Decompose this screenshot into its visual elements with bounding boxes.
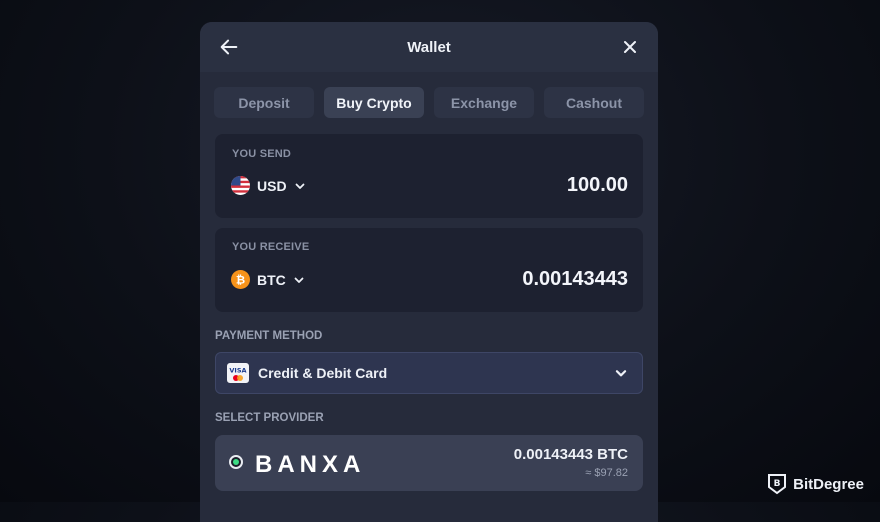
- banxa-logo: BANXA: [255, 451, 366, 478]
- visa-mastercard-icon: VISA: [227, 363, 249, 383]
- wallet-header: Wallet: [200, 22, 658, 72]
- back-arrow-icon[interactable]: [218, 36, 240, 58]
- send-amount[interactable]: 100.00: [567, 174, 628, 197]
- receive-amount: 0.00143443: [522, 268, 628, 290]
- bitdegree-watermark: B BitDegree: [767, 473, 864, 495]
- wallet-panel: Wallet Deposit Buy Crypto Exchange Casho…: [200, 22, 658, 522]
- tab-exchange[interactable]: Exchange: [434, 87, 534, 118]
- payment-method-select[interactable]: VISA Credit & Debit Card: [215, 352, 643, 394]
- chevron-down-icon: [295, 183, 304, 189]
- chevron-down-icon: [615, 370, 627, 377]
- provider-radio[interactable]: [229, 455, 243, 469]
- receive-label: YOU RECEIVE: [232, 241, 310, 253]
- svg-text:₿: ₿: [236, 272, 245, 286]
- send-currency-code: USD: [257, 177, 287, 194]
- receive-box: YOU RECEIVE ₿ BTC 0.00143443: [215, 228, 643, 312]
- send-currency-select[interactable]: USD: [231, 176, 306, 195]
- provider-option-banxa[interactable]: BANXA 0.00143443 BTC ≈ $97.82: [215, 435, 643, 491]
- select-provider-label: SELECT PROVIDER: [215, 412, 324, 424]
- bitcoin-icon: ₿: [231, 270, 250, 289]
- provider-approx-value: ≈ $97.82: [585, 467, 628, 479]
- bitdegree-logo-icon: B: [768, 474, 787, 495]
- receive-currency-code: BTC: [257, 271, 286, 288]
- page-title: Wallet: [407, 38, 451, 56]
- receive-currency-select[interactable]: ₿ BTC: [231, 270, 305, 289]
- svg-text:B: B: [774, 479, 781, 489]
- payment-method-value: Credit & Debit Card: [258, 365, 388, 381]
- watermark-text: BitDegree: [793, 475, 864, 493]
- tab-buy-crypto[interactable]: Buy Crypto: [324, 87, 424, 118]
- tab-deposit[interactable]: Deposit: [214, 87, 314, 118]
- provider-amount: 0.00143443 BTC: [513, 446, 628, 463]
- us-flag-icon: [231, 176, 250, 195]
- tab-cashout[interactable]: Cashout: [544, 87, 644, 118]
- send-box: YOU SEND USD 100.00: [215, 134, 643, 218]
- chevron-down-icon: [294, 277, 304, 283]
- payment-method-label: PAYMENT METHOD: [215, 330, 323, 342]
- wallet-tabs: Deposit Buy Crypto Exchange Cashout: [200, 72, 658, 118]
- send-label: YOU SEND: [232, 148, 292, 160]
- visa-text: VISA: [229, 367, 246, 375]
- close-icon[interactable]: [620, 37, 640, 57]
